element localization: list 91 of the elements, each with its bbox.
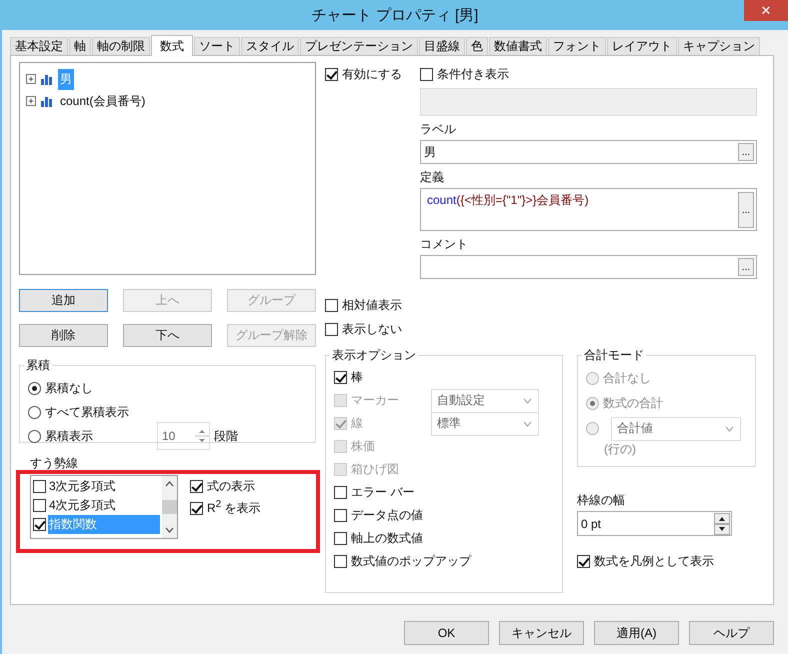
spin-arrows-icon[interactable] xyxy=(714,512,730,534)
checkbox-label: 相対値表示 xyxy=(342,296,402,314)
list-item[interactable]: 3次元多項式 xyxy=(48,477,160,496)
checkbox[interactable] xyxy=(334,509,347,522)
checkbox-label: 表示しない xyxy=(342,320,402,338)
checkbox-label: 式の表示 xyxy=(207,478,255,494)
checkbox[interactable] xyxy=(334,532,347,545)
field-label: 定義 xyxy=(420,169,445,186)
checkbox-label: R$^{2}$ を表示 xyxy=(207,499,261,517)
checkbox-label: 有効にする xyxy=(342,66,402,82)
group-title: 累積 xyxy=(25,357,51,374)
label-field[interactable]: 男 ... xyxy=(420,140,757,164)
browse-button[interactable]: ... xyxy=(738,258,754,276)
list-item[interactable]: 4次元多項式 xyxy=(48,496,160,515)
button[interactable]: 削除 xyxy=(19,324,108,347)
browse-button[interactable]: ... xyxy=(738,192,754,228)
radio-label: 数式の合計 xyxy=(603,395,663,412)
steps-unit: 段階 xyxy=(214,428,238,444)
checkbox-label: データ点の値 xyxy=(351,507,423,524)
radio-label: 合計なし xyxy=(603,370,651,387)
definition-field[interactable]: count({<性別={"1"}>}会員番号) ... xyxy=(420,188,757,231)
tab[interactable]: 数値書式 xyxy=(489,37,547,55)
tab[interactable]: プレゼンテーション xyxy=(300,37,418,55)
steps-field[interactable]: 10 xyxy=(157,422,210,450)
checkbox[interactable] xyxy=(420,68,433,80)
window-title: チャート プロパティ [男] xyxy=(312,6,478,24)
field-label: コメント xyxy=(420,236,469,253)
radio-button[interactable] xyxy=(28,406,41,418)
field-label: 枠線の幅 xyxy=(577,492,626,509)
checkbox[interactable] xyxy=(325,68,338,80)
radio-button[interactable] xyxy=(28,430,41,442)
tab[interactable]: スタイル xyxy=(241,37,299,55)
browse-button[interactable]: ... xyxy=(738,143,754,161)
condition-field[interactable] xyxy=(420,88,757,116)
checkbox[interactable] xyxy=(33,499,46,512)
checkbox[interactable] xyxy=(334,371,347,384)
group-title: すう勢線 xyxy=(30,455,79,471)
checkbox[interactable] xyxy=(334,486,347,499)
tree-item[interactable]: count(会員番号) xyxy=(58,90,148,112)
group-title: 合計モード xyxy=(583,347,645,364)
radio-label: 累積なし xyxy=(45,380,93,396)
checkbox[interactable] xyxy=(334,555,347,568)
scrollbar[interactable] xyxy=(162,476,177,538)
checkbox-label: マーカー xyxy=(351,392,399,409)
checkbox-label: 箱ひげ図 xyxy=(351,461,399,478)
expand-icon[interactable]: + xyxy=(26,74,36,84)
checkbox-label: 軸上の数式値 xyxy=(351,530,423,547)
dialog-button[interactable]: OK xyxy=(404,621,489,645)
checkbox-label: 条件付き表示 xyxy=(437,66,509,82)
checkbox[interactable] xyxy=(325,322,338,336)
expand-icon[interactable]: + xyxy=(26,96,36,106)
checkbox[interactable] xyxy=(325,298,338,312)
checkbox-label: 棒 xyxy=(351,369,363,386)
tab[interactable]: 目盛線 xyxy=(419,37,465,55)
tab[interactable]: 数式 xyxy=(151,35,193,56)
tab[interactable]: 軸 xyxy=(69,37,91,55)
dialog-button[interactable]: キャンセル xyxy=(499,621,584,645)
bar-chart-icon xyxy=(40,73,54,85)
line-width-field[interactable]: 0 pt xyxy=(577,511,732,536)
tab[interactable]: キャプション xyxy=(678,37,760,55)
button[interactable]: 追加 xyxy=(19,289,108,312)
checkbox[interactable] xyxy=(190,502,203,514)
radio-label: すべて累積表示 xyxy=(45,404,129,420)
bar-chart-icon xyxy=(40,95,54,107)
scroll-down-icon[interactable] xyxy=(165,527,174,533)
checkbox-label: 数式値のポップアップ xyxy=(351,553,471,570)
group-title: 表示オプション xyxy=(331,347,417,364)
radio-label: 累積表示 xyxy=(45,428,93,444)
checkbox-label: 数式を凡例として表示 xyxy=(594,552,714,570)
checkbox-label: 株価 xyxy=(351,438,375,455)
checkbox[interactable] xyxy=(577,554,590,568)
scroll-up-icon[interactable] xyxy=(165,481,174,487)
tab[interactable]: 軸の制限 xyxy=(92,37,150,55)
button[interactable]: 下へ xyxy=(123,324,212,347)
tab[interactable]: 色 xyxy=(466,37,488,55)
tab[interactable]: 基本設定 xyxy=(10,37,68,55)
tab[interactable]: レイアウト xyxy=(607,37,677,55)
row-suffix-label: (行の) xyxy=(603,441,637,458)
comment-field[interactable]: ... xyxy=(420,255,757,279)
checkbox[interactable] xyxy=(190,480,203,492)
dialog-button[interactable]: 適用(A) xyxy=(594,621,679,645)
radio-button[interactable] xyxy=(28,382,41,394)
checkbox[interactable] xyxy=(33,518,46,531)
checkbox-label: エラー バー xyxy=(351,484,414,501)
tab[interactable]: フォント xyxy=(548,37,606,55)
close-button[interactable]: ✕ xyxy=(744,0,788,21)
tab[interactable]: ソート xyxy=(194,37,240,55)
checkbox-label: 線 xyxy=(351,415,363,432)
dialog-button[interactable]: ヘルプ xyxy=(689,621,774,645)
field-label: ラベル xyxy=(420,121,457,138)
checkbox[interactable] xyxy=(33,480,46,493)
